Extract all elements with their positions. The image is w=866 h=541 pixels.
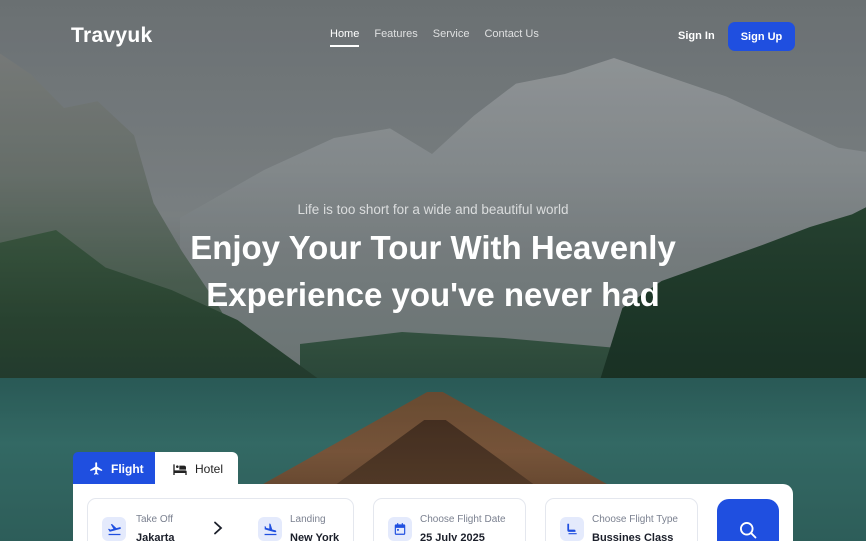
flight-date-label: Choose Flight Date [420, 514, 506, 525]
tab-flight[interactable]: Flight [73, 452, 155, 485]
tab-hotel-label: Hotel [195, 461, 224, 476]
landing-icon-box [258, 517, 282, 541]
tab-flight-label: Flight [111, 461, 144, 476]
plane-icon [90, 462, 103, 475]
flight-date-field[interactable]: Choose Flight Date 25 July 2025 [373, 498, 526, 541]
chevron-right-icon [214, 521, 223, 535]
hero-tagline: Life is too short for a wide and beautif… [297, 202, 569, 217]
top-navbar: Travyuk Home Features Service Contact Us… [0, 0, 866, 72]
seat-icon [567, 523, 577, 535]
nav-features[interactable]: Features [374, 28, 417, 47]
calendar-icon-box [388, 517, 412, 541]
nav-contact-us[interactable]: Contact Us [484, 28, 538, 47]
bed-icon [173, 463, 187, 475]
sign-up-button[interactable]: Sign Up [728, 22, 795, 51]
route-field[interactable]: Take Off Jakarta Landing New York [87, 498, 354, 541]
flight-search-panel: Take Off Jakarta Landing New York Choose… [73, 484, 793, 541]
booking-tabs: Flight Hotel [73, 452, 238, 485]
seat-icon-box [560, 517, 584, 541]
nav-service[interactable]: Service [433, 28, 470, 47]
nav-home[interactable]: Home [330, 28, 360, 47]
flight-type-field[interactable]: Choose Flight Type Bussines Class [545, 498, 698, 541]
headline-line-1: Enjoy Your Tour With Heavenly [190, 229, 676, 266]
flight-type-value: Bussines Class [592, 532, 674, 541]
landing-label: Landing [290, 514, 326, 525]
hero-headline: Enjoy Your Tour With Heavenly Experience… [0, 224, 866, 318]
flight-date-value: 25 July 2025 [420, 532, 485, 541]
search-icon [740, 522, 757, 539]
sign-in-link[interactable]: Sign In [678, 30, 715, 42]
take-off-value: Jakarta [136, 532, 175, 541]
main-menu: Home Features Service Contact Us [330, 28, 539, 47]
takeoff-icon-box [102, 517, 126, 541]
brand-logo[interactable]: Travyuk [71, 24, 153, 48]
headline-line-2: Experience you've never had [206, 276, 660, 313]
search-button[interactable] [717, 499, 779, 541]
flight-type-label: Choose Flight Type [592, 514, 678, 525]
take-off-label: Take Off [136, 514, 174, 525]
takeoff-icon [107, 523, 121, 535]
calendar-icon [394, 523, 406, 535]
tab-hotel[interactable]: Hotel [155, 452, 238, 485]
landing-value: New York [290, 532, 340, 541]
landing-icon [264, 522, 276, 535]
